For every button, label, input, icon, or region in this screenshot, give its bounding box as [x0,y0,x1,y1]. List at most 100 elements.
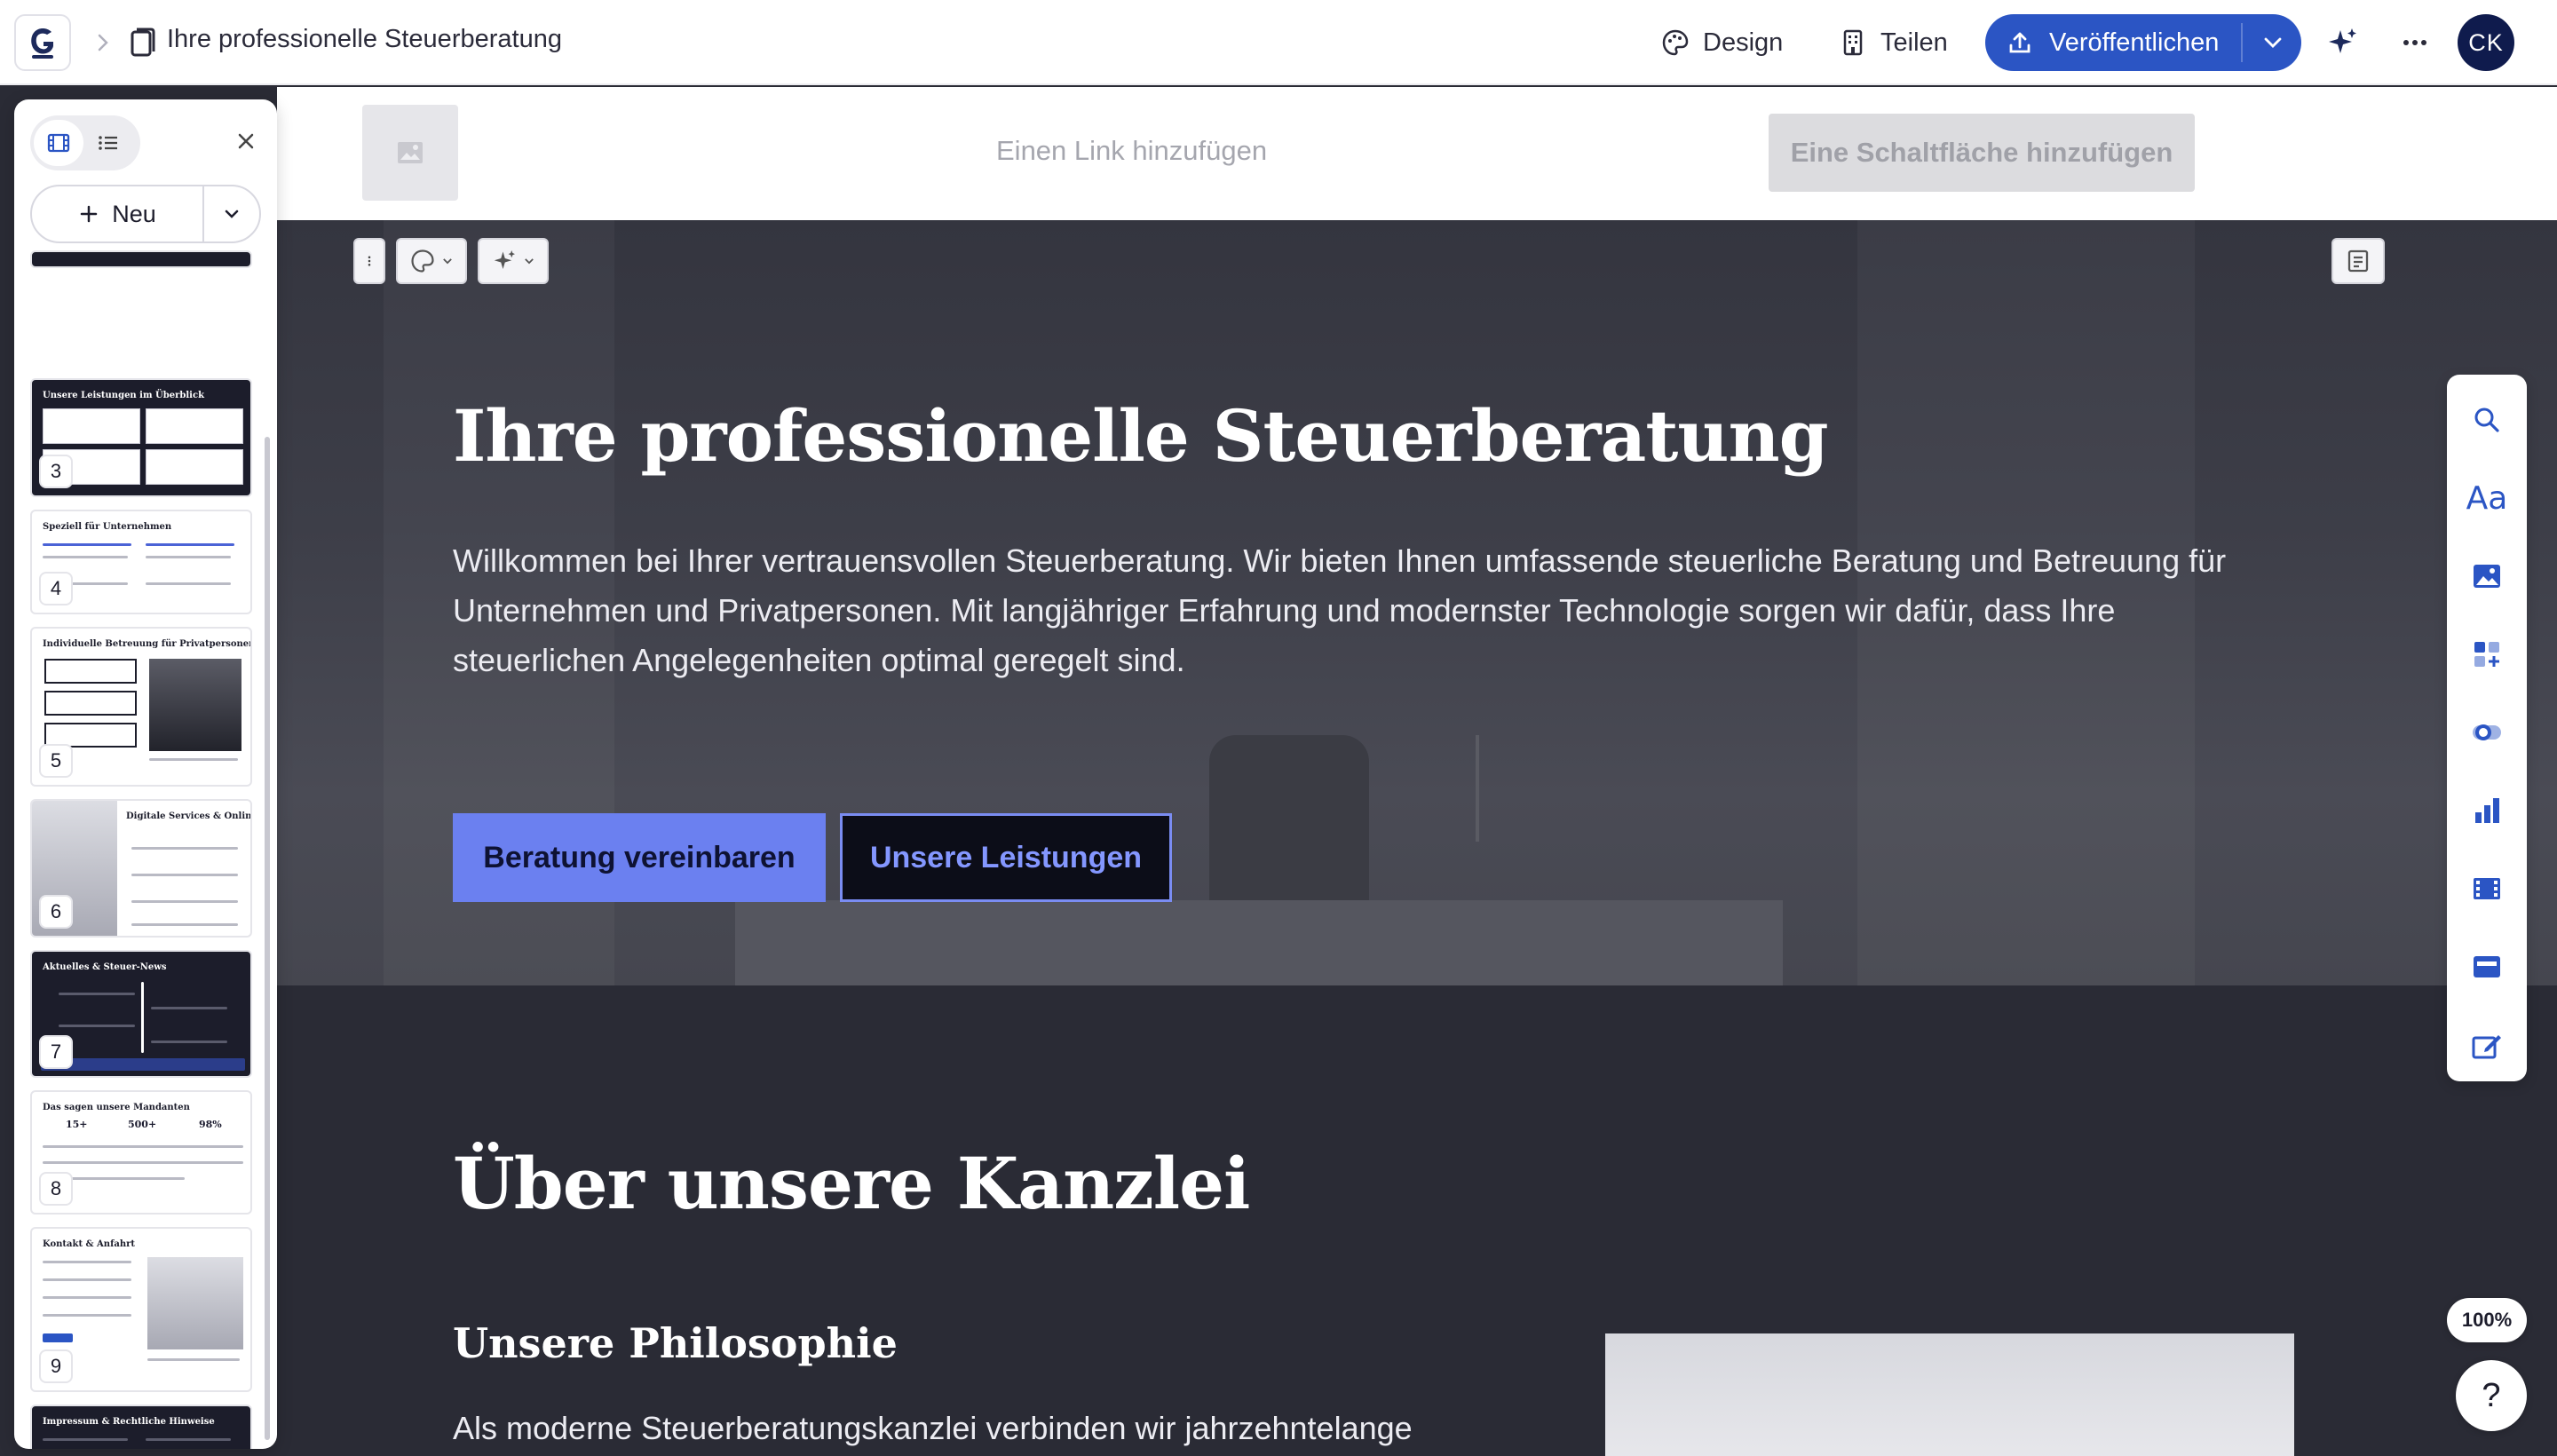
hero-text[interactable]: Willkommen bei Ihrer vertrauensvollen St… [453,536,2246,685]
logo-placeholder[interactable] [362,105,458,201]
search-icon [2474,408,2499,432]
grid-view-button[interactable] [34,120,83,166]
film-strip-icon [47,133,70,153]
image-tool[interactable] [2466,556,2507,597]
list-view-button[interactable] [83,120,133,166]
list-icon [99,136,117,150]
thumbnail-number: 6 [39,895,73,929]
thumb-stat: 15+ [66,1119,88,1130]
block-theme-button[interactable] [396,238,467,284]
thumb-line [146,543,234,546]
search-tool[interactable] [2466,400,2507,440]
form-tool[interactable] [2466,946,2507,987]
thumbnail-number: 8 [39,1172,73,1206]
vertical-dots-icon [368,256,371,266]
add-link-placeholder[interactable]: Einen Link hinzufügen [996,135,1267,167]
thumb-line [43,1314,131,1317]
thumbnail-slide-3[interactable]: Unsere Leistungen im Überblick 3 [30,378,252,497]
thumbnail-number: 7 [39,1035,73,1069]
thumb-line [149,758,238,761]
about-section[interactable]: Über unsere Kanzlei Unsere Philosophie A… [277,985,2557,1456]
cta-primary-button[interactable]: Beratung vereinbaren [453,813,826,902]
thumbnail-slide-7[interactable]: Aktuelles & Steuer-News 7 [30,950,252,1078]
thumbnail-title: Speziell für Unternehmen [43,522,172,532]
thumbnail-partial[interactable] [30,250,252,268]
about-title[interactable]: Über unsere Kanzlei [453,1142,1250,1225]
thumb-image [149,659,241,751]
thumbnail-title: Unsere Leistungen im Überblick [43,391,204,400]
publish-button[interactable]: Veröffentlichen [1985,14,2301,71]
new-page-dropdown[interactable] [204,186,259,241]
thumbnail-number: 5 [39,744,73,778]
app-logo-icon [31,28,53,59]
block-drag-handle[interactable] [353,238,385,284]
publish-dropdown-chevron-icon[interactable] [2260,30,2285,55]
edit-tool[interactable] [2466,1025,2507,1065]
thumbnail-slide-5[interactable]: Individuelle Betreuung für Privatpersone… [30,627,252,787]
thumb-stat: 500+ [128,1119,157,1130]
about-subtitle[interactable]: Unsere Philosophie [453,1319,898,1367]
new-label: Neu [112,200,156,227]
close-icon[interactable] [231,126,261,156]
zoom-level[interactable]: 100% [2447,1298,2527,1342]
app-logo-button[interactable] [14,14,71,71]
site-nav-strip: Einen Link hinzufügen Eine Schaltfläche … [277,87,2557,220]
plus-icon [80,205,98,223]
block-toolbar [353,238,549,284]
share-button[interactable]: Teilen [1827,16,1959,69]
thumb-line [131,874,238,876]
editor-canvas[interactable]: Einen Link hinzufügen Eine Schaltfläche … [277,87,2557,1456]
thumbnail-title: Kontakt & Anfahrt [43,1239,136,1249]
view-toggle [30,115,140,170]
thumb-line [146,582,231,585]
thumb-line [151,1041,227,1043]
document-title[interactable]: Ihre professionelle Steuerberatung [167,25,562,54]
chevron-down-icon [225,210,239,218]
thumbnail-title: Impressum & Rechtliche Hinweise [43,1417,215,1427]
about-text[interactable]: Als moderne Steuerberatungskanzlei verbi… [453,1410,1413,1447]
speaker-notes-button[interactable] [2331,238,2385,284]
chevron-down-icon [525,258,534,265]
about-image[interactable] [1605,1333,2294,1456]
chart-tool[interactable] [2466,790,2507,831]
publish-divider [2241,23,2243,62]
thumbnail-number: 9 [39,1349,73,1383]
block-ai-button[interactable] [478,238,549,284]
embed-tool[interactable] [2466,712,2507,753]
new-page-main[interactable]: Neu [32,186,204,241]
palette-icon [1662,29,1689,56]
thumbnail-slide-6[interactable]: Digitale Services & Online-Lösungen 6 [30,799,252,938]
hero-title[interactable]: Ihre professionelle Steuerberatung [453,394,1829,478]
thumbnail-slide-10[interactable]: Impressum & Rechtliche Hinweise 10 [30,1405,252,1449]
thumb-line [131,847,238,850]
thumb-line [131,900,238,903]
layout-tool[interactable] [2466,634,2507,675]
thumb-line [43,1161,243,1164]
notes-icon [2347,249,2369,273]
thumbnail-slide-4[interactable]: Speziell für Unternehmen 4 [30,510,252,614]
edit-icon [2472,1035,2501,1059]
add-button-placeholder[interactable]: Eine Schaltfläche hinzufügen [1769,114,2195,192]
panel-scrollbar[interactable] [265,437,270,1440]
thumbnail-slide-9[interactable]: Kontakt & Anfahrt 9 [30,1227,252,1392]
toggle-icon [2473,724,2501,740]
film-icon [2474,878,2500,899]
thumbnail-slide-8[interactable]: Das sagen unsere Mandanten 15+ 500+ 98% … [30,1090,252,1215]
help-button[interactable]: ? [2456,1360,2527,1431]
thumb-card [146,449,243,485]
design-button[interactable]: Design [1650,16,1793,69]
video-tool[interactable] [2466,868,2507,909]
thumb-line [59,1025,135,1027]
thumb-stat: 98% [199,1119,222,1130]
thumb-line [43,1278,131,1281]
text-aa-icon: Aa [2466,479,2508,517]
more-options-icon[interactable] [2397,25,2433,60]
cta-secondary-button[interactable]: Unsere Leistungen [840,813,1172,902]
thumbnail-title: Individuelle Betreuung für Privatpersone… [43,639,252,649]
text-tool[interactable]: Aa [2466,478,2508,518]
breadcrumb-chevron-icon [98,34,108,51]
hero-section[interactable]: Ihre professionelle Steuerberatung Willk… [277,220,2557,985]
ai-sparkle-icon[interactable] [2324,25,2360,60]
new-page-button[interactable]: Neu [30,185,261,243]
user-avatar[interactable]: CK [2458,14,2514,71]
